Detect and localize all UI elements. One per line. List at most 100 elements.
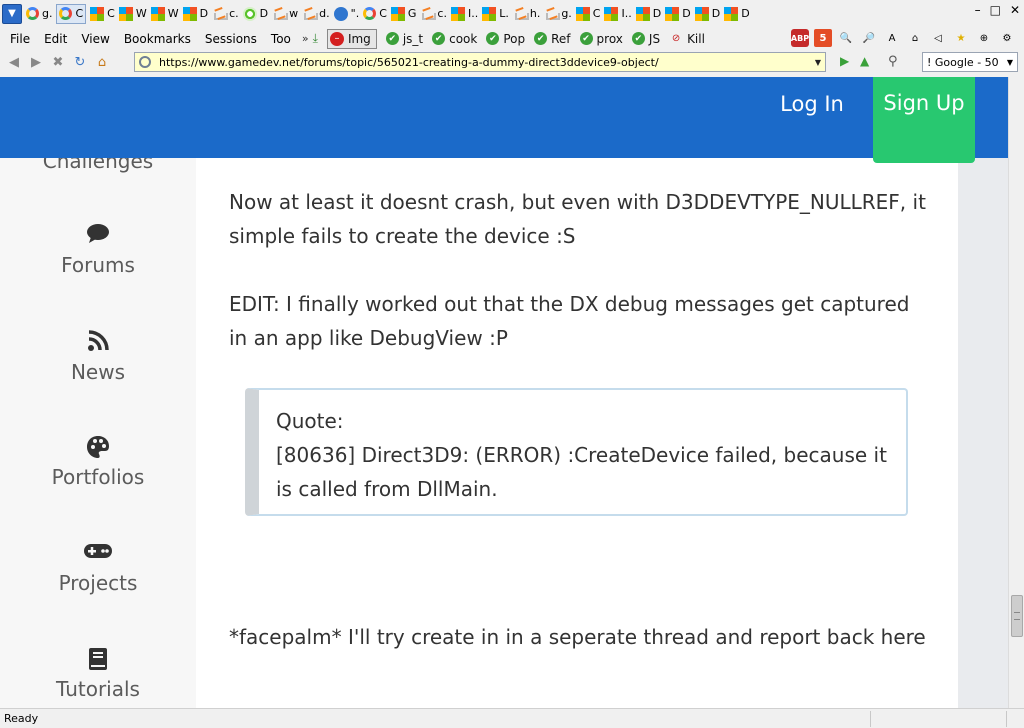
- add-icon[interactable]: ⊕: [975, 29, 993, 47]
- browser-menu-button[interactable]: ▼: [2, 3, 22, 24]
- back-icon[interactable]: ◀: [6, 54, 22, 70]
- site-identity-icon[interactable]: [139, 56, 151, 68]
- browser-tab[interactable]: w: [272, 4, 298, 24]
- browser-tab[interactable]: D: [182, 4, 208, 24]
- search-dropdown-icon[interactable]: ▼: [1007, 58, 1013, 67]
- up-icon[interactable]: ▲: [860, 54, 869, 68]
- browser-tab[interactable]: D: [724, 4, 750, 24]
- sidebar-item-portfolios[interactable]: Portfolios: [0, 435, 196, 489]
- star-icon[interactable]: ★: [952, 29, 970, 47]
- browser-tab[interactable]: I..: [450, 4, 478, 24]
- toolbar-button-label: Pop: [503, 31, 526, 46]
- browser-tab[interactable]: C: [56, 3, 87, 24]
- sidebar-item-label: Tutorials: [56, 677, 140, 701]
- url-dropdown-icon[interactable]: ▼: [815, 58, 821, 67]
- post-paragraph: *facepalm* I'll try create in in a seper…: [229, 625, 926, 649]
- window-controls: – □ ✕: [975, 3, 1020, 17]
- tab-label: D: [652, 7, 662, 20]
- html5-icon[interactable]: 5: [814, 29, 832, 47]
- menu-tools[interactable]: Too: [264, 32, 298, 46]
- gear-icon[interactable]: ⚙: [998, 29, 1016, 47]
- windows-icon: [635, 6, 650, 21]
- browser-tab[interactable]: C: [90, 4, 115, 24]
- zoom-out-icon[interactable]: 🔎: [860, 29, 878, 47]
- forward-icon[interactable]: ▶: [28, 54, 44, 70]
- browser-tab[interactable]: D: [242, 4, 268, 24]
- toolbar-toggle-button[interactable]: ✔ Ref: [534, 29, 571, 49]
- toolbar-toggle-button[interactable]: ✔ JS: [631, 29, 660, 49]
- browser-tab[interactable]: c.: [420, 4, 447, 24]
- address-bar[interactable]: https://www.gamedev.net/forums/topic/565…: [134, 52, 826, 72]
- chevron-right-icon[interactable]: »: [302, 32, 309, 45]
- scrollbar-thumb[interactable]: [1011, 595, 1023, 637]
- sidebar-item-forums[interactable]: Forums: [0, 223, 196, 277]
- windows-icon: [390, 6, 405, 21]
- toolbar-button-label: Img: [347, 31, 371, 46]
- zoom-in-icon[interactable]: 🔍: [837, 29, 855, 47]
- menu-bookmarks[interactable]: Bookmarks: [117, 32, 198, 46]
- browser-tab[interactable]: ".: [333, 4, 359, 24]
- close-icon[interactable]: ✕: [1010, 3, 1020, 17]
- browser-tab[interactable]: I..: [604, 4, 632, 24]
- sidebar-item-news[interactable]: News: [0, 330, 196, 384]
- back-arrow-icon[interactable]: ◁: [929, 29, 947, 47]
- signup-button[interactable]: Sign Up: [873, 77, 975, 163]
- browser-tab[interactable]: W: [150, 4, 179, 24]
- sidebar-item-projects[interactable]: Projects: [0, 541, 196, 595]
- post-paragraph: Now at least it doesnt crash, but even w…: [229, 190, 926, 248]
- search-icon[interactable]: ⚲: [888, 54, 898, 69]
- sidebar-item-label: News: [70, 360, 126, 384]
- tab-label: g.: [42, 7, 53, 20]
- browser-tab[interactable]: D: [665, 4, 691, 24]
- minimize-icon[interactable]: –: [975, 3, 981, 17]
- rss-icon: [0, 330, 196, 354]
- adblock-icon[interactable]: ABP: [791, 29, 809, 47]
- home-icon[interactable]: ⌂: [906, 29, 924, 47]
- translate-icon[interactable]: A: [883, 29, 901, 47]
- browser-tab[interactable]: g.: [26, 4, 52, 24]
- go-icon[interactable]: ▶: [840, 54, 849, 68]
- url-text[interactable]: https://www.gamedev.net/forums/topic/565…: [159, 56, 659, 69]
- toolbar-toggle-button[interactable]: ⊘ Kill: [669, 29, 705, 49]
- login-button[interactable]: Log In: [777, 87, 847, 149]
- toolbar-toggle-button[interactable]: – Img: [326, 28, 377, 49]
- browser-tab[interactable]: C: [363, 4, 387, 24]
- browser-tab[interactable]: L.: [482, 4, 509, 24]
- check-icon: ✔: [534, 32, 548, 45]
- menu-file[interactable]: File: [0, 32, 37, 46]
- browser-tab[interactable]: d.: [302, 4, 330, 24]
- browser-tab[interactable]: g.: [544, 4, 572, 24]
- browser-tab[interactable]: C: [575, 4, 600, 24]
- stop-icon[interactable]: ✖: [50, 54, 66, 70]
- menu-edit[interactable]: Edit: [37, 32, 74, 46]
- toolbar-toggle-button[interactable]: ✔ cook: [432, 29, 477, 49]
- vertical-scrollbar[interactable]: [1008, 77, 1024, 708]
- reload-icon[interactable]: ↻: [72, 54, 88, 70]
- browser-tab[interactable]: D: [694, 4, 720, 24]
- quote-text: [80636] Direct3D9: (ERROR) :CreateDevice…: [276, 443, 887, 501]
- browser-tab[interactable]: W: [118, 4, 147, 24]
- search-input[interactable]: ! Google - 50 ▼: [922, 52, 1018, 72]
- tab-label: I..: [621, 7, 632, 20]
- post-paragraph: EDIT: I finally worked out that the DX d…: [229, 292, 910, 350]
- tab-label: D: [741, 7, 750, 20]
- menu-sessions[interactable]: Sessions: [198, 32, 264, 46]
- windows-icon: [604, 6, 619, 21]
- tab-label: G: [407, 7, 417, 20]
- home-icon[interactable]: ⌂: [94, 54, 110, 70]
- browser-tab[interactable]: h.: [513, 4, 540, 24]
- browser-tab[interactable]: G: [390, 4, 417, 24]
- download-icon[interactable]: ⤓: [313, 29, 318, 49]
- sidebar-item-label: Projects: [58, 571, 138, 595]
- toolbar-toggle-button[interactable]: ✔ prox: [579, 29, 623, 49]
- browser-tab[interactable]: D: [635, 4, 662, 24]
- sidebar-item-tutorials[interactable]: Tutorials: [0, 647, 196, 701]
- browser-tab[interactable]: c.: [212, 4, 239, 24]
- tab-label: D: [682, 7, 691, 20]
- menu-view[interactable]: View: [74, 32, 116, 46]
- toolbar-toggle-button[interactable]: ✔ Pop: [486, 29, 525, 49]
- maximize-icon[interactable]: □: [990, 3, 1001, 17]
- tab-label: c.: [437, 7, 447, 20]
- tab-label: C: [75, 7, 84, 20]
- toolbar-toggle-button[interactable]: ✔ js_t: [385, 29, 423, 49]
